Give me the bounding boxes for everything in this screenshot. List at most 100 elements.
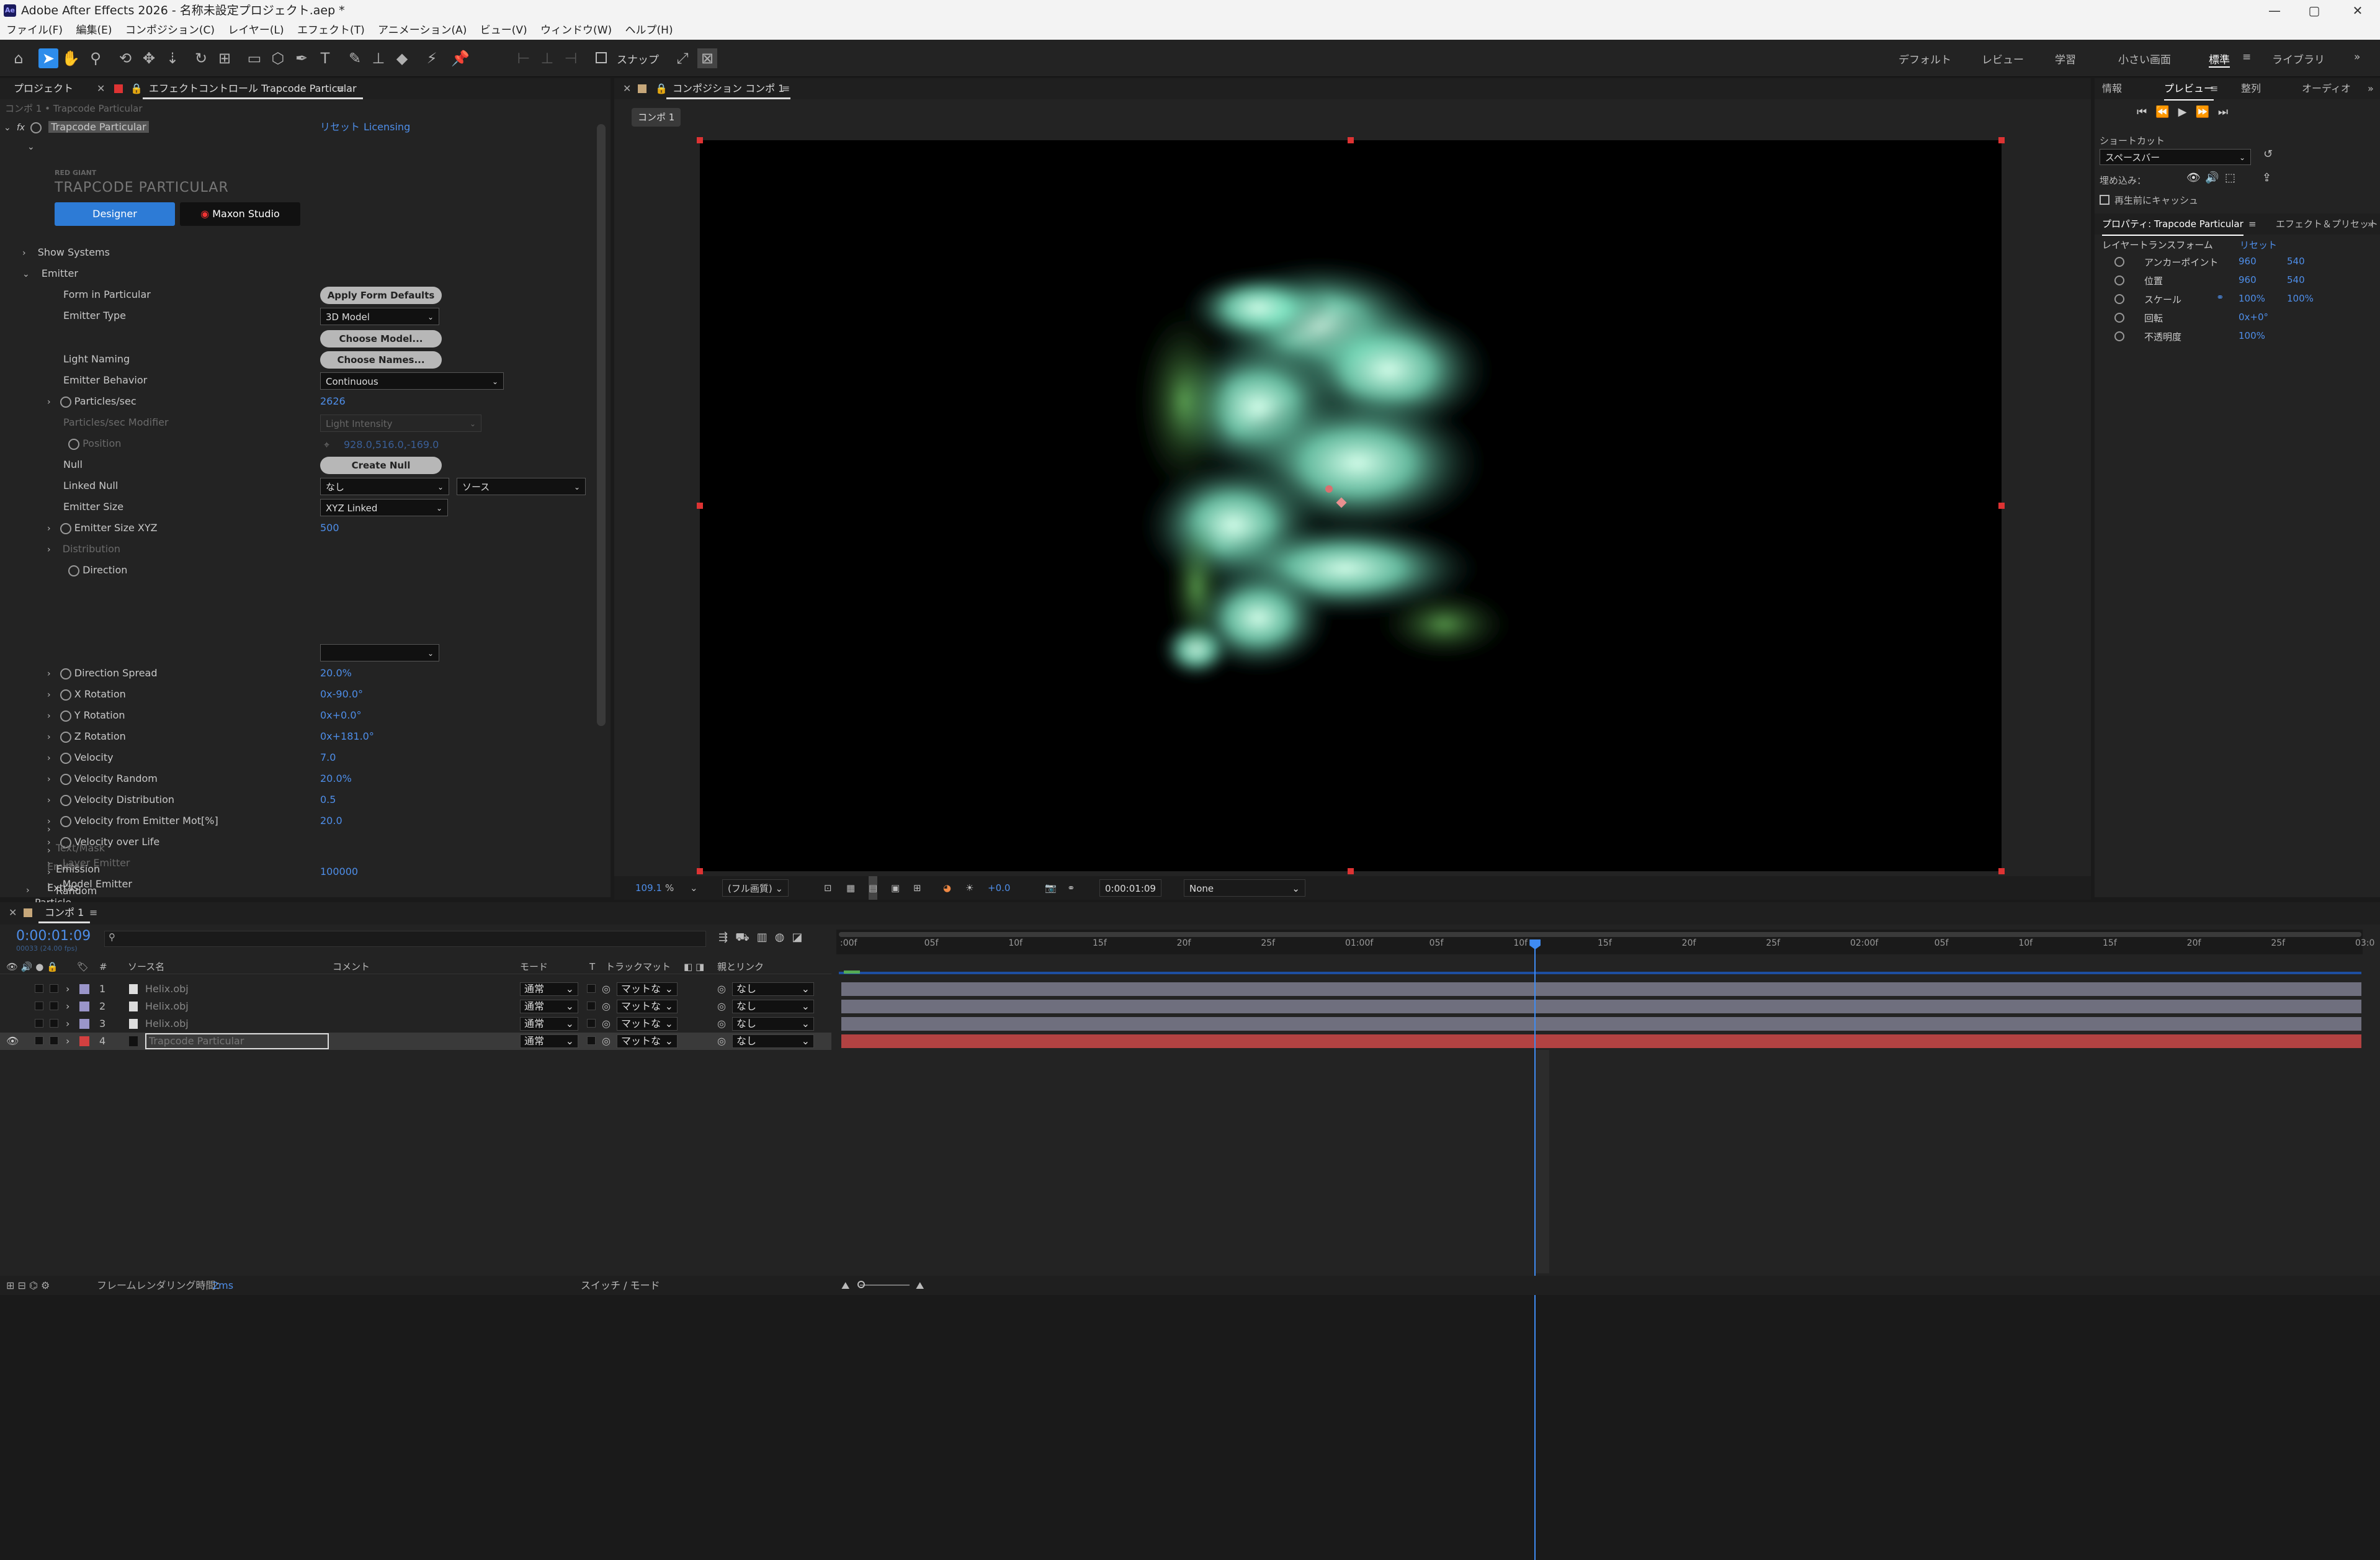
layer-bound-handle-tc[interactable] <box>1348 137 1354 143</box>
row-particles-sec[interactable]: › Particles/sec <box>47 392 136 411</box>
lock-icon[interactable]: 🔒 <box>130 78 143 99</box>
track-matte-dropdown[interactable]: マットな ⌄ <box>617 1000 678 1013</box>
parent-pickwhip-icon[interactable]: ◎ <box>717 1033 726 1050</box>
maximize-button[interactable]: ▢ <box>2296 0 2333 21</box>
dolly-camera-icon[interactable]: ⇣ <box>163 48 182 68</box>
menu-composition[interactable]: コンポジション(C) <box>125 24 215 37</box>
snap-checkbox[interactable] <box>596 52 607 63</box>
crosshair-icon[interactable]: ⌖ <box>324 436 329 454</box>
layer-bound-handle-br[interactable] <box>1998 868 2005 874</box>
expand-layer-icon[interactable]: › <box>66 1033 69 1050</box>
stopwatch-icon[interactable] <box>60 396 71 408</box>
parent-pickwhip-icon[interactable]: ◎ <box>717 1015 726 1033</box>
cache-checkbox[interactable] <box>2100 195 2109 205</box>
workspace-standard[interactable]: 標準 <box>2209 51 2230 68</box>
layer-row[interactable]: 👁 › 4 Trapcode Particular 通常 ⌄ ◎ マットな ⌄ ◎ なし ⌄ <box>0 1033 831 1050</box>
row-velocity[interactable]: › Velocity <box>47 748 114 767</box>
hand-tool-icon[interactable]: ✋ <box>61 48 81 68</box>
layer-name[interactable]: Helix.obj <box>145 980 329 998</box>
solo-toggle[interactable] <box>35 1019 43 1028</box>
layer-name[interactable]: Helix.obj <box>145 1015 329 1033</box>
track-matte-dropdown[interactable]: マットな ⌄ <box>617 1017 678 1031</box>
stopwatch-icon[interactable] <box>60 752 71 764</box>
export-icon[interactable]: ⇪ <box>2262 171 2271 184</box>
shy-icon[interactable]: ⛟ <box>735 931 757 944</box>
tab-info[interactable]: 情報 <box>2102 78 2122 99</box>
zoom-slider-knob[interactable] <box>857 1281 865 1288</box>
next-frame-icon[interactable]: ⏩ <box>2195 105 2217 119</box>
stopwatch-icon[interactable] <box>68 565 79 576</box>
shortcut-dropdown[interactable]: スペースバー ⌄ <box>2100 149 2251 165</box>
panel-menu-icon[interactable]: ≡ <box>2248 213 2257 235</box>
selection-tool-icon[interactable]: ➤ <box>38 48 58 68</box>
position-value[interactable]: 928.0,516.0,-169.0 <box>344 436 439 454</box>
orbit-camera-icon[interactable]: ⟲ <box>115 48 135 68</box>
emitter-size-xyz-value[interactable]: 500 <box>320 519 339 537</box>
mode-dropdown[interactable]: 通常 ⌄ <box>520 982 578 996</box>
viewer-timecode[interactable]: 0:00:01:09 <box>1099 879 1161 897</box>
frame-blending-icon[interactable]: ▥ <box>757 931 775 944</box>
solo-toggle[interactable] <box>35 984 43 993</box>
workspace-small-screen[interactable]: 小さい画面 <box>2118 51 2171 66</box>
track-matte-dropdown[interactable]: マットな ⌄ <box>617 1034 678 1048</box>
status-icons[interactable]: ⊞ ⊟ ⌬ ⚙ <box>6 1276 50 1295</box>
zoom-in-icon[interactable]: ⛰ <box>916 1276 924 1295</box>
constrain-proportions-icon[interactable]: ⚭ <box>2216 292 2224 303</box>
layer-bound-handle-tl[interactable] <box>697 137 703 143</box>
layer-duration-bar[interactable] <box>841 1000 2361 1013</box>
row-x-rotation[interactable]: › X Rotation <box>47 685 126 704</box>
layer-duration-bar[interactable] <box>841 1017 2361 1031</box>
play-icon[interactable]: ▶ <box>2178 105 2196 119</box>
layer-bound-handle-bl[interactable] <box>697 868 703 874</box>
tab-composition[interactable]: コンポジション コンポ 1 <box>666 78 791 99</box>
solo-toggle[interactable] <box>35 1002 43 1010</box>
close-tab-icon[interactable]: ✕ <box>97 78 105 99</box>
tab-properties[interactable]: プロパティ: Trapcode Particular <box>2102 213 2244 236</box>
timeline-search-input[interactable]: ⚲ <box>104 931 706 947</box>
parent-pickwhip-icon[interactable]: ◎ <box>717 998 726 1015</box>
matte-pickwhip-icon[interactable]: ◎ <box>602 998 611 1015</box>
audio-toggle-icon[interactable]: 🔊 <box>2205 171 2219 184</box>
region-of-interest-icon[interactable]: ⊡ <box>824 876 832 900</box>
stopwatch-icon[interactable] <box>68 438 79 450</box>
lock-icon[interactable]: 🔒 <box>655 78 668 99</box>
row-random-seed[interactable]: › Random Seed <box>47 863 97 915</box>
col-track-matte[interactable]: トラックマット <box>606 959 671 974</box>
lock-toggle[interactable] <box>50 1036 58 1045</box>
parent-dropdown[interactable]: なし ⌄ <box>732 1000 814 1013</box>
lock-toggle[interactable] <box>50 1019 58 1028</box>
stopwatch-icon[interactable] <box>60 710 71 722</box>
row-emitter[interactable]: ⌄ Emitter <box>22 264 78 283</box>
rotate-tool-icon[interactable]: ↻ <box>191 48 211 68</box>
comp-viewer[interactable] <box>700 140 2002 871</box>
timeline-timecode[interactable]: 0:00:01:09 <box>16 928 91 944</box>
prop-anchor-y[interactable]: 540 <box>2287 256 2305 267</box>
row-text-mask-emitter[interactable]: › Text/Mask Emitter <box>47 820 105 872</box>
preserve-transparency-toggle[interactable] <box>587 984 596 993</box>
matte-pickwhip-icon[interactable]: ◎ <box>602 1015 611 1033</box>
zoom-tool-icon[interactable]: ⚲ <box>86 48 105 68</box>
workspace-review[interactable]: レビュー <box>1982 51 2024 66</box>
row-emitter-size-xyz[interactable]: › Emitter Size XYZ <box>47 519 158 537</box>
tab-audio[interactable]: オーディオ <box>2302 78 2351 99</box>
expand-layer-icon[interactable]: › <box>66 980 69 998</box>
z-rotation-value[interactable]: 0x+181.0° <box>320 727 374 746</box>
solo-toggle[interactable] <box>35 1036 43 1045</box>
velocity-value[interactable]: 7.0 <box>320 748 336 767</box>
create-null-button[interactable]: Create Null <box>320 457 442 474</box>
stopwatch-icon[interactable] <box>60 773 71 785</box>
menu-layer[interactable]: レイヤー(L) <box>228 24 284 37</box>
roto-brush-tool-icon[interactable]: ⚡ <box>422 48 442 68</box>
workspace-library[interactable]: ライブラリ <box>2272 51 2325 66</box>
tab-effect-controls[interactable]: エフェクトコントロール Trapcode Particular <box>143 78 363 99</box>
pan-camera-icon[interactable]: ✥ <box>139 48 159 68</box>
reset-shortcut-icon[interactable]: ↺ <box>2263 148 2273 161</box>
pen-tool-icon[interactable]: ✒ <box>292 48 311 68</box>
zoom-dropdown-icon[interactable]: ⌄ <box>690 876 698 900</box>
col-mode[interactable]: モード <box>520 959 548 974</box>
licensing-link[interactable]: Licensing <box>364 118 410 137</box>
close-window-button[interactable]: ✕ <box>2339 0 2376 21</box>
home-icon[interactable]: ⌂ <box>9 48 29 68</box>
parent-dropdown[interactable]: なし ⌄ <box>732 1034 814 1048</box>
minimize-button[interactable]: — <box>2256 0 2293 21</box>
